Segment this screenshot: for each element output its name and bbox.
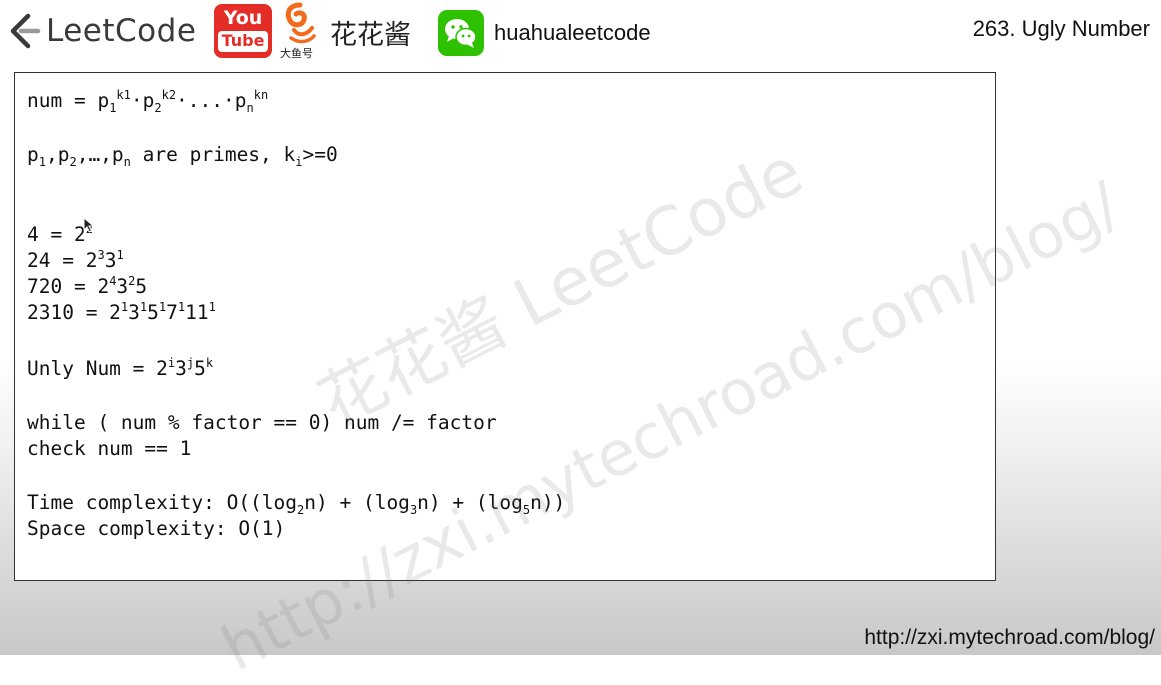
exponent: kn bbox=[253, 88, 269, 102]
example-2310-line: 2310 = 21315171111 bbox=[27, 301, 216, 324]
text-part: are primes, k bbox=[130, 143, 296, 166]
brand-name: LeetCode bbox=[46, 13, 197, 49]
text-part: 24 = 2 bbox=[27, 249, 98, 272]
leetcode-brand: LeetCode bbox=[4, 8, 196, 54]
dayu-fish-icon bbox=[285, 2, 316, 44]
subscript: 1 bbox=[38, 155, 46, 169]
example-24-line: 24 = 2331 bbox=[27, 249, 124, 272]
text-part: p bbox=[27, 143, 39, 166]
text-part: 2310 = 2 bbox=[27, 301, 121, 324]
text-part: 5 bbox=[194, 357, 206, 380]
leetcode-logo-icon bbox=[10, 13, 41, 49]
subscript: 2 bbox=[69, 155, 77, 169]
text-part: 11 bbox=[185, 301, 209, 324]
text-part: 5 bbox=[135, 275, 148, 298]
header-bar: LeetCode You Tube 大鱼号 花花酱 huahualeetcode… bbox=[0, 0, 1161, 62]
time-complexity-line: Time complexity: O((log2n) + (log3n) + (… bbox=[27, 491, 566, 517]
text-part: ·...·p bbox=[176, 89, 247, 112]
subscript: n bbox=[246, 101, 254, 115]
wechat-icon bbox=[438, 10, 484, 56]
mouse-cursor-icon bbox=[83, 217, 95, 233]
text-part: ,p bbox=[45, 143, 70, 166]
text-part: 4 = 2 bbox=[27, 223, 86, 246]
youtube-icon: You Tube bbox=[214, 4, 272, 58]
text-part: Time complexity: O((log bbox=[27, 491, 298, 514]
exponent: 1 bbox=[208, 300, 216, 314]
content-box: num = p1k1·p2k2·...·pnkn p1,p2,…,pn are … bbox=[14, 72, 996, 581]
text-part: 3 bbox=[104, 249, 117, 272]
subscript: 1 bbox=[109, 101, 117, 115]
problem-title: 263. Ugly Number bbox=[972, 16, 1150, 41]
exponent: k bbox=[205, 356, 214, 370]
check-line: check num == 1 bbox=[27, 437, 192, 460]
text-part: 3 bbox=[175, 357, 187, 380]
channel-name: 花花酱 bbox=[330, 20, 411, 51]
exponent: 1 bbox=[116, 248, 124, 262]
text-part: 3 bbox=[116, 275, 129, 298]
text-part: n)) bbox=[530, 491, 566, 514]
primes-definition-line: p1,p2,…,pn are primes, ki>=0 bbox=[27, 143, 338, 169]
subscript: 2 bbox=[154, 101, 162, 115]
text-part: ·p bbox=[130, 89, 155, 112]
subscript: n bbox=[123, 155, 131, 169]
space-complexity-line: Space complexity: O(1) bbox=[27, 517, 286, 540]
exponent: k2 bbox=[161, 88, 177, 102]
text-part: 720 = 2 bbox=[27, 275, 110, 298]
footer-url: http://zxi.mytechroad.com/blog/ bbox=[864, 626, 1155, 649]
ugly-number-form-line: Unly Num = 2i3j5k bbox=[27, 357, 213, 380]
exponent: k1 bbox=[116, 88, 131, 102]
prime-factorization-line: num = p1k1·p2k2·...·pnkn bbox=[27, 88, 269, 115]
text-part: 7 bbox=[166, 301, 178, 324]
text-part: Unly Num = 2 bbox=[27, 357, 168, 380]
text-part: 5 bbox=[147, 301, 159, 324]
text-part: n) + (log bbox=[417, 491, 523, 514]
subscript: 5 bbox=[522, 503, 531, 517]
exponent: 3 bbox=[97, 248, 105, 262]
text-part: >=0 bbox=[302, 143, 338, 166]
while-loop-line: while ( num % factor == 0) num /= factor bbox=[27, 411, 497, 434]
subscript: i bbox=[295, 155, 303, 169]
youtube-you-text: You bbox=[223, 7, 263, 29]
text-part: 3 bbox=[128, 301, 140, 324]
text-part: ,…,p bbox=[76, 143, 124, 166]
dayu-brand: 大鱼号 bbox=[278, 2, 324, 60]
text-part: num = p bbox=[27, 89, 110, 112]
dayu-label: 大鱼号 bbox=[280, 47, 313, 60]
wechat-id: huahualeetcode bbox=[494, 20, 651, 45]
text-part: n) + (log bbox=[304, 491, 410, 514]
example-720-line: 720 = 24325 bbox=[27, 275, 147, 298]
youtube-tube-text: Tube bbox=[217, 31, 269, 52]
